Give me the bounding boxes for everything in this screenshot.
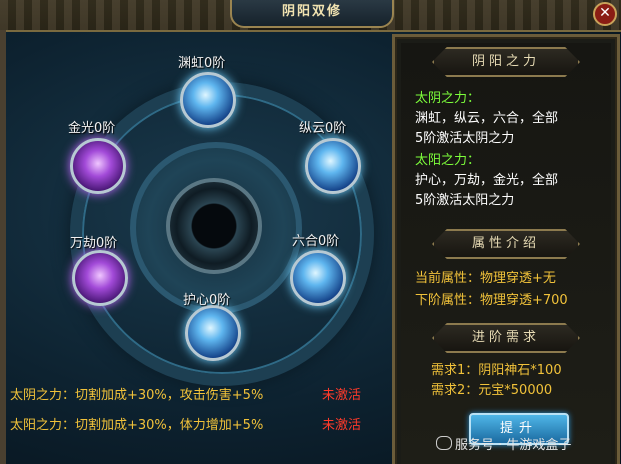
window-title: 阴阳双修 [230,0,394,28]
taiyang-line2: 5阶激活太阳之力 [415,193,515,208]
title-bar: 阴阳双修 ✕ [0,0,621,32]
orb-liuhe-label: 六合0阶 [292,234,340,249]
info-panel-body: 阴阳之力 太阴之力： 渊虹，纵云，六合，全部 5阶激活太阴之力 太阳之力： 护心… [401,43,611,464]
taiyang-line1: 护心，万劫，金光，全部 [415,173,559,188]
next-attribute: 下阶属性：物理穿透+700 [415,293,568,308]
taiyin-label: 太阴之力： [415,91,481,106]
orb-zongyun-label: 纵云0阶 [299,121,347,136]
section-requirements-header: 进阶需求 [432,323,580,353]
watermark: 服务号 · 牛游戏盒子 [436,434,571,453]
orb-liuhe-icon[interactable] [290,250,346,306]
orb-wanjie-label: 万劫0阶 [70,236,118,251]
orb-yuanhong-label: 渊虹0阶 [178,56,226,71]
effect-taiyin-text: 太阴之力：切割加成+30%，攻击伤害+5% [10,388,264,403]
orb-huxin-label: 护心0阶 [183,293,231,308]
effect-taiyang: 太阳之力：切割加成+30%，体力增加+5% 未激活 [10,414,361,433]
wheel-hub [166,178,262,274]
game-window: 阴阳双修 ✕ 渊虹0阶 纵云0阶 六合0阶 护心0阶 万劫0阶 金光0阶 太阴之… [0,0,621,464]
orb-jinguang-icon[interactable] [70,138,126,194]
orb-zongyun-icon[interactable] [305,138,361,194]
info-panel: 阴阳之力 太阴之力： 渊虹，纵云，六合，全部 5阶激活太阴之力 太阳之力： 护心… [392,34,620,464]
taiyin-line1: 渊虹，纵云，六合，全部 [415,111,559,126]
title-bar-ornament-right [371,0,621,30]
section-attributes-header: 属性介绍 [432,229,580,259]
close-icon[interactable]: ✕ [593,2,617,26]
effect-taiyin-status: 未激活 [322,388,362,403]
left-border [0,30,6,464]
title-bar-ornament-left [0,0,250,30]
watermark-text: 服务号 · 牛游戏盒子 [455,438,572,453]
orb-jinguang-label: 金光0阶 [68,121,116,136]
effect-taiyang-text: 太阳之力：切割加成+30%，体力增加+5% [10,418,264,433]
orb-yuanhong-icon[interactable] [180,72,236,128]
taiyang-label: 太阳之力： [415,153,481,168]
wechat-icon [436,436,452,450]
orb-huxin-icon[interactable] [185,305,241,361]
current-attribute: 当前属性：物理穿透+无 [415,271,556,286]
requirement-1: 需求1：阴阳神石*100 [431,363,562,378]
effect-taiyin: 太阴之力：切割加成+30%，攻击伤害+5% 未激活 [10,384,361,403]
taiyin-line2: 5阶激活太阴之力 [415,131,515,146]
effect-taiyang-status: 未激活 [322,418,362,433]
requirement-2: 需求2：元宝*50000 [431,383,553,398]
section-yinyang-power-header: 阴阳之力 [432,47,580,77]
orb-wanjie-icon[interactable] [72,250,128,306]
